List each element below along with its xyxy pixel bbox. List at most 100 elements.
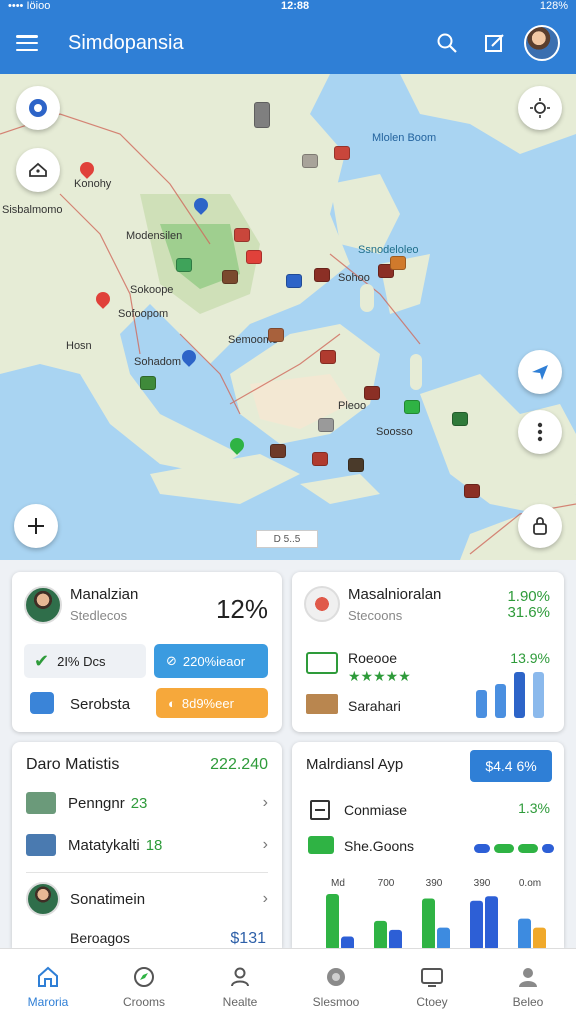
- menu-icon[interactable]: [16, 35, 38, 51]
- nav-item-globe[interactable]: Slesmoo: [288, 949, 384, 1024]
- landmark-icon[interactable]: [140, 376, 156, 390]
- chip-label: 2I% Dcs: [57, 653, 106, 669]
- rating-stars: ★★★★★: [348, 668, 411, 684]
- temple-icon: [306, 694, 338, 714]
- landmark-icon[interactable]: [286, 274, 302, 288]
- landmark-icon[interactable]: [318, 418, 334, 432]
- map-label: Hosn: [66, 340, 92, 352]
- chip-docs[interactable]: ✔ 2I% Dcs: [24, 644, 146, 678]
- landmark-icon[interactable]: [270, 444, 286, 458]
- chart-bar: [389, 929, 402, 948]
- chart-bar: [470, 900, 483, 948]
- chip-progress[interactable]: ⊘ 220%ieaor: [154, 644, 268, 678]
- card-profile-stats[interactable]: Manalzian Stedlecos 12% ✔ 2I% Dcs ⊘ 220%…: [12, 572, 282, 732]
- card-title: Daro Matistis: [26, 756, 120, 773]
- map-label: Sofoopom: [118, 308, 169, 320]
- landmark-icon[interactable]: [176, 258, 192, 272]
- tv-icon: [421, 967, 443, 987]
- landmark-icon[interactable]: [364, 386, 380, 400]
- profile-icon: [519, 967, 537, 987]
- progress-segments: [474, 844, 554, 853]
- place-thumb-icon: [26, 834, 56, 856]
- compass-icon: [134, 966, 154, 987]
- row-label: She.Goons: [344, 838, 415, 854]
- list-item-person[interactable]: Sonatimein ›: [26, 882, 268, 916]
- map-label: Sokoope: [130, 284, 174, 296]
- list-item-label: Penngnr: [68, 794, 125, 812]
- map-label: Pleoo: [338, 400, 367, 412]
- nav-label: Ctoey: [416, 994, 448, 1009]
- card-name: Masalnioralan: [348, 586, 442, 603]
- search-icon[interactable]: [430, 26, 464, 60]
- nav-item-explore[interactable]: Crooms: [96, 949, 192, 1024]
- bar-chart: Md 700 390 390 0.om: [326, 878, 546, 948]
- chip-status[interactable]: ◐ 8d9%eer: [156, 688, 268, 718]
- card-name: Manalzian: [70, 586, 139, 603]
- lock-icon[interactable]: [518, 504, 562, 548]
- landmark-icon[interactable]: [334, 146, 350, 160]
- status-bar: •••• Iöioo 12:88 128%: [0, 0, 576, 12]
- chart-bar: [437, 927, 450, 948]
- landmark-icon[interactable]: [302, 154, 318, 168]
- chart-bar: [374, 920, 387, 948]
- layers-icon[interactable]: [16, 148, 60, 192]
- card-value: 222.240: [210, 756, 268, 773]
- landmark-icon[interactable]: [390, 256, 406, 270]
- check-icon: ✔: [34, 650, 50, 671]
- edit-icon[interactable]: [478, 26, 512, 60]
- globe-icon: [327, 967, 345, 986]
- landmark-icon[interactable]: [348, 458, 364, 472]
- more-icon[interactable]: [518, 410, 562, 454]
- status-left: •••• Iöioo: [8, 0, 51, 12]
- nav-label: Slesmoo: [312, 994, 360, 1009]
- row-label: Conmiase: [344, 802, 408, 818]
- nav-label: Crooms: [122, 994, 165, 1009]
- chart-tick-label: 390: [474, 878, 491, 889]
- value-1: 1.90%: [507, 588, 550, 605]
- card-location-stats[interactable]: Masalnioralan Stecoons 1.90% 31.6% Roeoo…: [292, 572, 564, 732]
- person-name: Sonatimein: [70, 890, 146, 908]
- landmark-icon[interactable]: [222, 270, 238, 284]
- landmark-icon[interactable]: [452, 412, 468, 426]
- list-item[interactable]: Matatykalti 18 ›: [26, 830, 268, 860]
- map-view[interactable]: Mlolen Boom Konohy Sisbalmomo Modensilen…: [0, 74, 576, 560]
- row-label: Serobsta: [70, 696, 131, 713]
- nav-item-tv[interactable]: Ctoey: [384, 949, 480, 1024]
- nav-item-home[interactable]: Maroria: [0, 949, 96, 1024]
- card-data-metrics[interactable]: Daro Matistis 222.240 Penngnr 23 › Matat…: [12, 742, 282, 948]
- chart-bar: [422, 898, 435, 948]
- user-avatar[interactable]: [524, 25, 560, 61]
- landmark-icon[interactable]: [320, 350, 336, 364]
- zoom-in-icon[interactable]: [14, 504, 58, 548]
- map-label: Soosso: [376, 426, 413, 438]
- value-3: 13.9%: [510, 650, 550, 666]
- status-time: 12:88: [281, 0, 310, 12]
- landmark-icon[interactable]: [312, 452, 328, 466]
- landmark-icon[interactable]: [404, 400, 420, 414]
- landmark-icon[interactable]: [314, 268, 330, 282]
- map-label: Sohoo: [338, 272, 370, 284]
- nav-item-profile[interactable]: Beleo: [480, 949, 576, 1024]
- landmark-icon[interactable]: [464, 484, 480, 498]
- landmark-icon[interactable]: [246, 250, 262, 264]
- nav-item-people[interactable]: Nealte: [192, 949, 288, 1024]
- bottom-navigation: Maroria Crooms Nealte Slesmoo Ctoey Bele…: [0, 948, 576, 1024]
- info-icon: ◐: [168, 695, 176, 711]
- card-percent: 12%: [215, 594, 268, 624]
- navigate-icon[interactable]: [518, 350, 562, 394]
- ticket-icon: [306, 652, 338, 674]
- list-item[interactable]: Penngnr 23 ›: [26, 788, 268, 818]
- chart-bar: [326, 894, 339, 948]
- badge-button[interactable]: $4.4 6%: [470, 750, 552, 782]
- list-item-label: Matatykalti: [68, 836, 140, 854]
- chart-tick-label: 700: [378, 878, 395, 889]
- chart-bar: [341, 936, 354, 948]
- brightness-icon[interactable]: [518, 86, 562, 130]
- landmark-icon[interactable]: [254, 102, 270, 128]
- card-analytics[interactable]: Malrdiansl Ayp $4.4 6% Conmiase 1.3% She…: [292, 742, 564, 948]
- landmark-icon[interactable]: [234, 228, 250, 242]
- card-title: Malrdiansl Ayp: [306, 756, 404, 773]
- nav-label: Nealte: [222, 994, 258, 1009]
- landmark-icon[interactable]: [268, 328, 284, 342]
- location-icon[interactable]: [16, 86, 60, 130]
